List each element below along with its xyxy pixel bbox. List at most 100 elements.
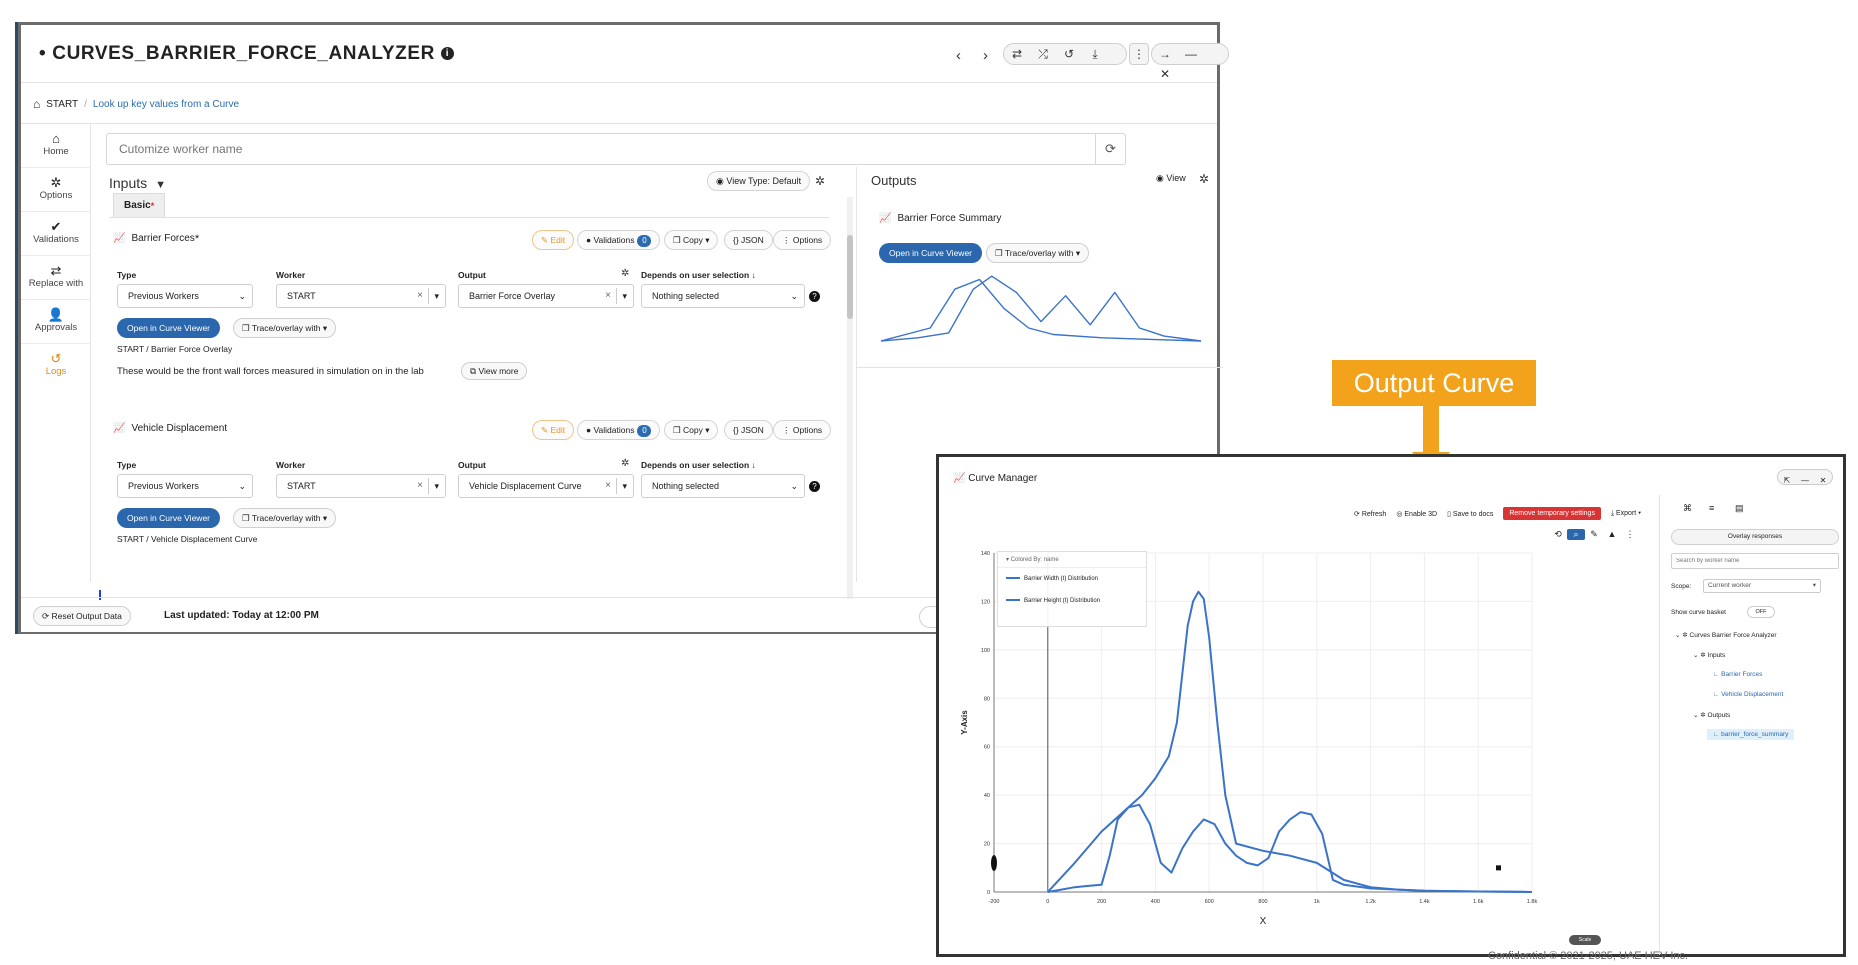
sidebar-item-replace-with[interactable]: ⇄ Replace with [21,256,91,300]
tab-basic[interactable]: Basic* [113,193,166,217]
overlay-responses-button[interactable]: Overlay responses [1671,529,1839,545]
minimize-icon[interactable]: — [1178,44,1204,64]
inputs-scrollbar[interactable] [847,197,853,599]
legend-item[interactable]: Barrier Height (t) Distribution [998,590,1146,612]
depends-select[interactable]: Nothing selected ⌄ [641,284,805,308]
edit-button[interactable]: ✎ Edit [532,230,575,250]
refresh-button[interactable]: ⟳ Refresh [1354,510,1386,518]
expand-icon[interactable]: ⇱ [1778,474,1796,488]
edit-button[interactable]: ✎ Edit [532,420,575,440]
curve-basket-toggle[interactable]: OFF [1747,606,1775,618]
tree-node-vehicle-displacement[interactable]: ∟ Vehicle Displacement [1713,691,1783,698]
sidebar-item-logs[interactable]: ↺ Logs [21,344,91,388]
scope-select[interactable]: Current worker ▾ [1703,579,1821,593]
trace-overlay-button[interactable]: ❐ Trace/overlay with ▾ [233,508,337,528]
series-line-2[interactable] [1047,803,1533,893]
output-select[interactable]: Barrier Force Overlay × ▾ [458,284,634,308]
json-button[interactable]: {} JSON [724,230,773,250]
gear-icon[interactable]: ✲ [621,268,629,279]
reset-zoom-icon[interactable]: ⟲ [1549,529,1567,540]
help-icon[interactable]: ? [809,481,820,492]
marker-icon[interactable] [1496,865,1501,871]
export-button[interactable]: ⤓ Export ▾ [1611,510,1641,518]
sidebar-item-approvals[interactable]: 👤 Approvals [21,300,91,344]
help-icon[interactable]: ? [809,291,820,302]
outputs-view-button[interactable]: ◉ View [1156,173,1186,184]
scale-toggle[interactable]: Scale [1569,935,1601,945]
legend-item[interactable]: Barrier Width (t) Distribution [998,568,1146,590]
copy-button[interactable]: ❐ Copy ▾ [664,230,719,250]
swap-icon[interactable]: ⇄ [1004,44,1030,64]
forward-icon[interactable]: → [1152,44,1178,64]
scrollbar-thumb[interactable] [847,235,853,319]
remove-temporary-settings-button[interactable]: Remove temporary settings [1503,507,1601,520]
validations-button[interactable]: ● Validations 0 [577,420,661,440]
sidebar-item-validations[interactable]: ✔ Validations [21,212,91,256]
tree-node-outputs[interactable]: ⌄ ✲ Outputs [1693,711,1730,719]
close-icon[interactable]: ✕ [1814,474,1832,488]
output-select[interactable]: Vehicle Displacement Curve × ▾ [458,474,634,498]
copy-button[interactable]: ❐ Copy ▾ [664,420,719,440]
y-tick-label: 40 [984,793,990,799]
clear-icon[interactable]: × [605,285,611,307]
save-to-docs-button[interactable]: ▯ Save to docs [1447,510,1493,518]
pencil-icon[interactable]: ✎ [1585,529,1603,540]
enable-3d-button[interactable]: ◎ Enable 3D [1396,510,1437,518]
chart-table-icon[interactable]: ▤ [1735,503,1761,514]
output-summary-chart[interactable] [879,269,1209,349]
undo-icon[interactable]: ↺ [1056,44,1082,64]
worker-select[interactable]: START × ▾ [276,474,446,498]
gear-icon[interactable]: ✲ [621,458,629,469]
more-button[interactable]: ⋮ [1129,43,1149,65]
plot-legend[interactable]: ▾ Colored By: name Barrier Width (t) Dis… [997,551,1147,627]
series-line-1[interactable] [1047,590,1533,893]
options-button[interactable]: ⋮ Options [773,230,832,250]
validations-button[interactable]: ● Validations 0 [577,230,661,250]
open-curve-viewer-button[interactable]: Open in Curve Viewer [117,318,220,338]
filter-icon[interactable]: ▼ [155,179,166,191]
zoom-icon[interactable]: ⌕ [1567,529,1585,540]
list-icon[interactable]: ≡ [1709,503,1735,513]
clear-icon[interactable]: × [605,475,611,497]
depends-select[interactable]: Nothing selected ⌄ [641,474,805,498]
gear-icon[interactable]: ✲ [1199,172,1209,186]
open-curve-viewer-button[interactable]: Open in Curve Viewer [879,243,982,263]
refresh-icon[interactable]: ⟳ [1095,134,1125,164]
trace-overlay-button[interactable]: ❐ Trace/overlay with ▾ [986,243,1090,263]
json-button[interactable]: {} JSON [724,420,773,440]
gear-icon[interactable]: ✲ [815,174,825,188]
more-icon[interactable]: ⋮ [1621,529,1639,540]
shuffle-icon[interactable]: ⤮ [1030,44,1056,64]
hierarchy-icon[interactable]: ⌘ [1683,503,1709,514]
open-curve-viewer-button[interactable]: Open in Curve Viewer [117,508,220,528]
download-icon[interactable]: ⤓ [1082,44,1108,64]
view-more-button[interactable]: ⧉ View more [461,362,528,380]
sidebar-item-options[interactable]: ✲ Options [21,168,91,212]
clear-icon[interactable]: × [417,285,423,307]
breadcrumb-current[interactable]: Look up key values from a Curve [93,99,239,110]
worker-select[interactable]: START × ▾ [276,284,446,308]
home-icon[interactable]: ⌂ [33,97,40,111]
trace-overlay-button[interactable]: ❐ Trace/overlay with ▾ [233,318,337,338]
view-type-button[interactable]: ◉ View Type: Default [707,171,811,191]
type-select[interactable]: Previous Workers ⌄ [117,474,253,498]
sidebar-item-home[interactable]: ⌂ Home [21,124,91,168]
nav-next-icon[interactable]: › [983,47,988,64]
reset-output-button[interactable]: ⟳ Reset Output Data [33,606,131,626]
tree-node-barrier-forces[interactable]: ∟ Barrier Forces [1713,671,1762,678]
minimize-icon[interactable]: — [1796,474,1814,488]
nav-prev-icon[interactable]: ‹ [956,47,961,64]
options-button[interactable]: ⋮ Options [773,420,832,440]
tree-node-barrier-force-summary[interactable]: ∟ barrier_force_summary [1707,729,1795,740]
type-select[interactable]: Previous Workers ⌄ [117,284,253,308]
close-icon[interactable]: ✕ [1152,64,1178,84]
y-axis-handle-icon[interactable] [991,854,997,871]
worker-name-input[interactable] [107,134,1091,164]
info-icon[interactable]: i [440,47,454,61]
triangle-icon[interactable]: ▲ [1603,529,1621,539]
breadcrumb-root[interactable]: START [46,99,78,110]
worker-search-input[interactable] [1671,553,1839,569]
tree-node-root[interactable]: ⌄ ✲ Curves Barrier Force Analyzer [1675,631,1777,639]
clear-icon[interactable]: × [417,475,423,497]
tree-node-inputs[interactable]: ⌄ ✲ Inputs [1693,651,1725,659]
